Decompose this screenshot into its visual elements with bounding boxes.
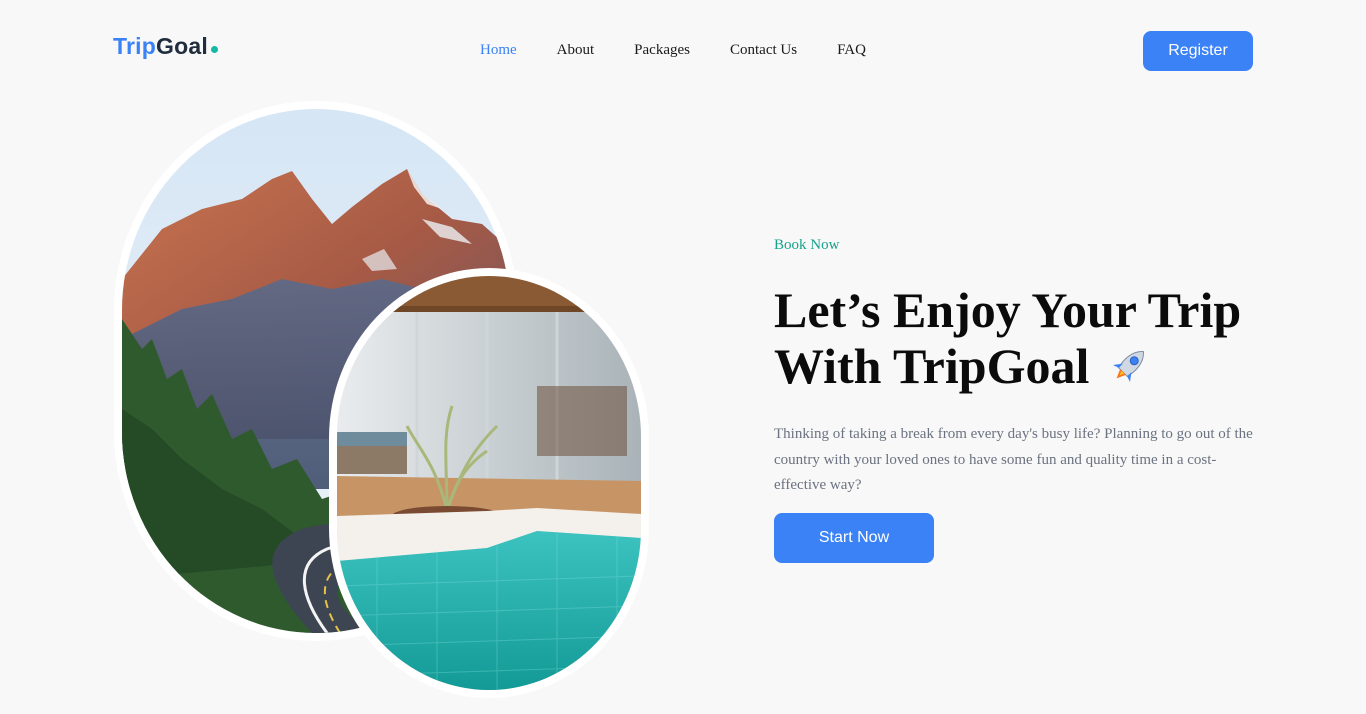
hero-headline: Let’s Enjoy Your Trip With TripGoal bbox=[774, 282, 1294, 394]
hero-kicker: Book Now bbox=[774, 237, 840, 253]
main-nav: Home About Packages Contact Us FAQ bbox=[480, 40, 866, 60]
rocket-icon bbox=[1112, 351, 1144, 382]
site-header: TripGoal Home About Packages Contact Us … bbox=[0, 0, 1366, 100]
brand-name-part2: Goal bbox=[155, 33, 208, 59]
hero-headline-line2: With TripGoal bbox=[774, 338, 1090, 394]
hero-description: Thinking of taking a break from every da… bbox=[774, 426, 1253, 493]
pool-image-frame bbox=[329, 268, 649, 698]
brand-logo[interactable]: TripGoal bbox=[113, 31, 218, 61]
hero-headline-line1: Let’s Enjoy Your Trip bbox=[774, 282, 1242, 338]
nav-item-contact-us[interactable]: Contact Us bbox=[730, 40, 797, 60]
pool-villa-illustration bbox=[337, 276, 641, 690]
nav-item-about[interactable]: About bbox=[557, 40, 595, 60]
pool-villa-image bbox=[337, 276, 641, 690]
register-button[interactable]: Register bbox=[1143, 31, 1253, 71]
nav-item-faq[interactable]: FAQ bbox=[837, 40, 866, 60]
nav-item-home[interactable]: Home bbox=[480, 40, 517, 60]
start-now-button[interactable]: Start Now bbox=[774, 513, 934, 563]
brand-dot-icon bbox=[210, 46, 218, 53]
nav-item-packages[interactable]: Packages bbox=[634, 40, 690, 60]
brand-name-part1: Trip bbox=[113, 33, 156, 59]
